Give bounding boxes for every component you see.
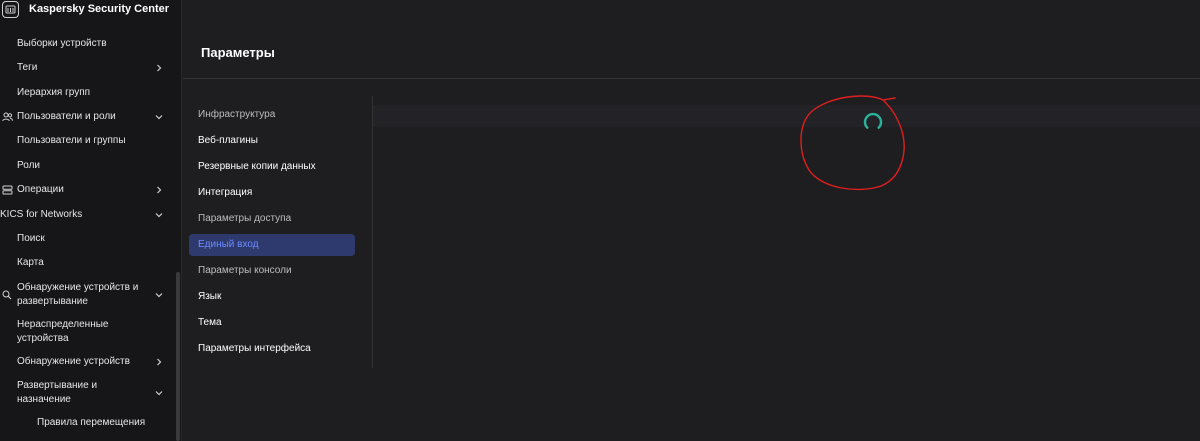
main-content: Параметры Инфраструктура Веб-плагины Рез… (183, 0, 1200, 441)
settings-item-web-plugins[interactable]: Веб-плагины (189, 130, 355, 152)
app-logo-icon (2, 0, 19, 18)
settings-item-single-sign-on[interactable]: Единый вход (189, 234, 355, 256)
sidebar-item-label: Иерархия групп (17, 87, 91, 98)
chevron-right-icon (154, 355, 164, 369)
chevron-down-icon (154, 386, 164, 400)
settings-item-access-settings[interactable]: Параметры доступа (189, 208, 355, 230)
page-header: Параметры (183, 29, 1200, 79)
search-icon (1, 288, 13, 302)
sidebar-item-unassigned-devices[interactable]: Нераспределенные устройства (0, 318, 174, 346)
settings-item-theme[interactable]: Тема (189, 312, 355, 334)
sidebar-item-label: Нераспределенные устройства (17, 319, 109, 344)
chevron-right-icon (154, 61, 164, 75)
settings-item-infrastructure[interactable]: Инфраструктура (189, 104, 355, 126)
sidebar-item-deployment-and-assignment[interactable]: Развертывание и назначение (0, 379, 174, 407)
settings-item-interface-settings[interactable]: Параметры интерфейса (189, 338, 355, 360)
sidebar-item-label: Обнаружение устройств (17, 356, 130, 367)
operations-icon (1, 183, 13, 197)
sidebar-item-label: Пользователи и группы (17, 135, 126, 146)
sidebar-item-label: Выборки устройств (17, 38, 107, 49)
sidebar-item-discovery-and-deployment[interactable]: Обнаружение устройств и развертывание (0, 281, 174, 309)
sidebar-item-label: Роли (17, 160, 40, 171)
sidebar-item-label: Операции (17, 184, 64, 195)
sidebar: Kaspersky Security Center Выборки устрой… (0, 0, 182, 441)
sidebar-item-label: Пользователи и роли (17, 111, 116, 122)
settings-item-console-settings[interactable]: Параметры консоли (189, 260, 355, 282)
app-title: Kaspersky Security Center (29, 3, 170, 15)
users-icon (1, 110, 13, 124)
content-loading-band (373, 105, 1200, 127)
page-title: Параметры (201, 45, 275, 60)
settings-item-integration[interactable]: Интеграция (189, 182, 355, 204)
sidebar-scrollbar[interactable] (176, 272, 180, 441)
sidebar-item-label: KICS for Networks (0, 209, 83, 220)
sidebar-item-label: Обнаружение устройств и развертывание (17, 282, 139, 307)
sidebar-item-label: Развертывание и назначение (17, 380, 98, 405)
settings-item-data-backups[interactable]: Резервные копии данных (189, 156, 355, 178)
settings-divider (372, 96, 373, 368)
settings-item-language[interactable]: Язык (189, 286, 355, 308)
red-circle-annotation (797, 94, 909, 199)
chevron-down-icon (154, 288, 164, 302)
sidebar-item-label: Карта (17, 257, 44, 268)
chevron-down-icon (154, 110, 164, 124)
sidebar-item-label: Правила перемещения (37, 417, 146, 428)
chevron-down-icon (154, 208, 164, 222)
sidebar-item-label: Теги (17, 62, 38, 73)
sidebar-item-label: Поиск (17, 233, 45, 244)
chevron-right-icon (154, 183, 164, 197)
app-header: Kaspersky Security Center (0, 0, 182, 20)
